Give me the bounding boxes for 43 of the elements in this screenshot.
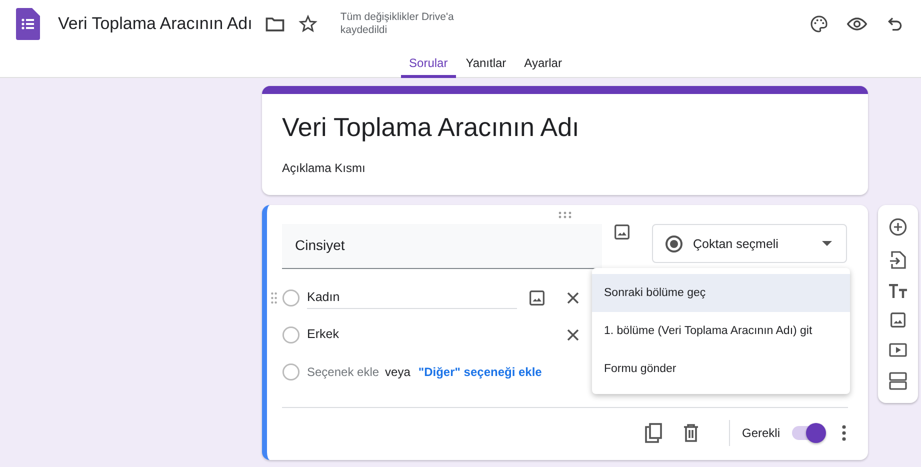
- palette-icon[interactable]: [809, 14, 829, 34]
- image-icon[interactable]: [890, 312, 906, 328]
- drag-handle-icon[interactable]: [271, 292, 277, 304]
- add-other-link[interactable]: "Diğer" seçeneği ekle: [418, 364, 542, 378]
- close-icon[interactable]: [567, 328, 579, 340]
- drag-handle-icon[interactable]: [558, 211, 572, 219]
- video-icon[interactable]: [889, 342, 907, 357]
- radio-icon: [282, 362, 300, 380]
- document-title[interactable]: Veri Toplama Aracının Adı: [58, 14, 252, 34]
- question-type-dropdown[interactable]: Çoktan seçmeli: [652, 224, 847, 263]
- menu-item[interactable]: Sonraki bölüme geç: [592, 274, 850, 312]
- star-icon[interactable]: [298, 14, 318, 34]
- required-label: Gerekli: [742, 426, 780, 440]
- forms-logo-icon[interactable]: [16, 8, 40, 40]
- section-icon[interactable]: [889, 372, 907, 390]
- or-text: veya: [385, 364, 410, 378]
- copy-icon[interactable]: [644, 423, 663, 443]
- close-icon[interactable]: [567, 292, 579, 304]
- menu-item[interactable]: 1. bölüme (Veri Toplama Aracının Adı) git: [592, 312, 850, 350]
- menu-item[interactable]: Formu gönder: [592, 350, 850, 388]
- import-icon[interactable]: [890, 250, 906, 269]
- tab[interactable]: Yanıtlar: [458, 48, 514, 78]
- option-field[interactable]: Erkek: [307, 323, 517, 346]
- tab[interactable]: Ayarlar: [516, 48, 570, 78]
- form-title[interactable]: Veri Toplama Aracının Adı: [282, 112, 848, 143]
- add-option-link[interactable]: Seçenek ekle: [307, 364, 380, 378]
- add-circle-icon[interactable]: [889, 218, 907, 236]
- more-options-icon[interactable]: [842, 425, 846, 441]
- required-toggle[interactable]: [792, 426, 824, 440]
- radio-icon: [282, 288, 300, 306]
- option-field[interactable]: Kadın: [307, 286, 517, 309]
- text-size-icon[interactable]: [889, 284, 907, 298]
- question-type-label: Çoktan seçmeli: [693, 236, 780, 250]
- form-description[interactable]: Açıklama Kısmı: [282, 161, 848, 175]
- image-icon[interactable]: [529, 290, 545, 306]
- image-icon[interactable]: [614, 224, 630, 240]
- save-status: Tüm değişiklikler Drive'a kaydedildi: [340, 11, 455, 37]
- radio-selected-icon: [665, 234, 683, 252]
- trash-icon[interactable]: [682, 424, 699, 442]
- question-title-field[interactable]: Cinsiyet: [282, 224, 602, 269]
- dropdown-caret-icon: [822, 241, 832, 246]
- tab[interactable]: Sorular: [401, 48, 456, 78]
- radio-icon: [282, 326, 300, 344]
